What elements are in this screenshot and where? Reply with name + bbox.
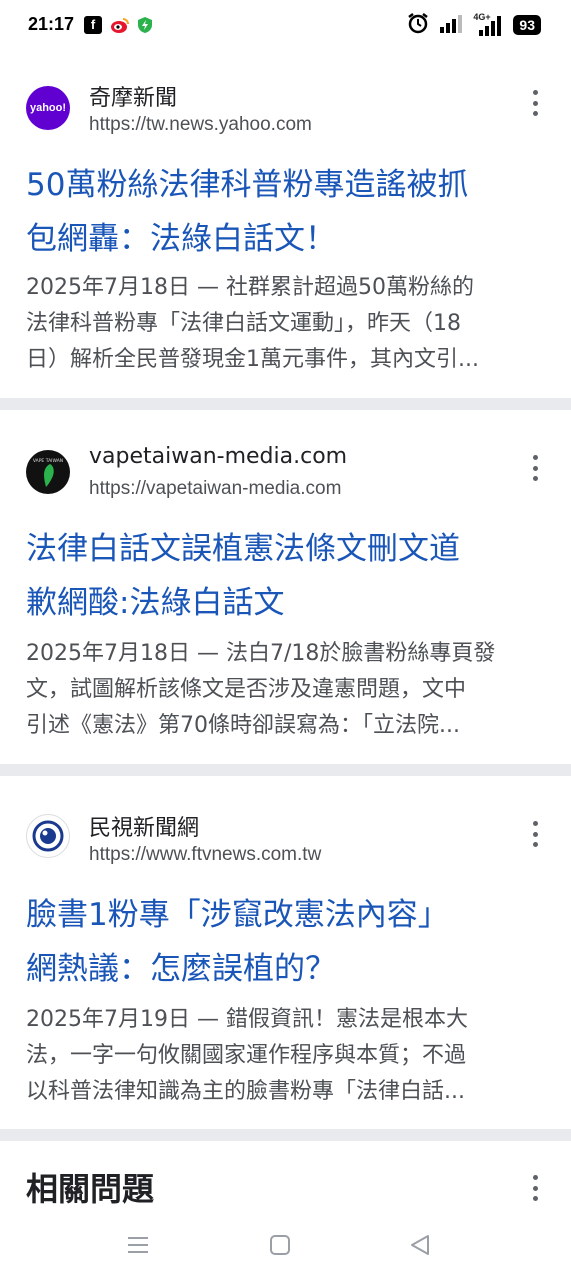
navigation-bar (0, 1215, 571, 1280)
search-result[interactable]: 民視新聞網 https://www.ftvnews.com.tw 臉書1粉專「涉… (0, 776, 571, 1129)
result-title-line: 50萬粉絲法律科普粉專造謠被抓 (26, 167, 469, 203)
site-url: https://vapetaiwan-media.com (89, 478, 342, 499)
site-url: https://www.ftvnews.com.tw (89, 844, 322, 865)
result-separator (0, 1129, 571, 1141)
snippet-line: 文，試圖解析該條文是否涉及違憲問題，文中 (26, 677, 467, 702)
battery-icon: 93 (513, 15, 541, 35)
search-result[interactable]: VAPE TAIWAN vapetaiwan-media.com https:/… (0, 410, 571, 764)
snippet-line: 引述《憲法》第70條時卻誤寫為：「立法院... (26, 713, 460, 738)
ftvnews-logo-icon (26, 814, 70, 858)
weibo-icon (110, 16, 129, 34)
search-result[interactable]: yahoo! 奇摩新聞 https://tw.news.yahoo.com 50… (0, 50, 571, 398)
logo-text: yahoo! (29, 102, 67, 114)
result-title[interactable]: 法律白話文誤植憲法條文刪文道 歉網酸:法綠白話文 (26, 528, 551, 624)
site-name: 奇摩新聞 (89, 86, 178, 111)
snippet-line: 2025年7月18日 — 法白7/18於臉書粉絲專頁發 (26, 641, 496, 666)
facebook-icon: f (84, 16, 102, 34)
result-separator (0, 764, 571, 776)
status-bar: 21:17 f 4G+ 93 (0, 0, 571, 50)
shield-icon (137, 16, 155, 34)
home-icon[interactable] (268, 1233, 292, 1261)
back-icon[interactable] (408, 1233, 432, 1261)
yahoo-logo-icon: yahoo! (26, 86, 70, 130)
result-title-line: 網熱議：怎麼誤植的？ (26, 951, 336, 987)
vapetaiwan-logo-icon: VAPE TAIWAN (26, 450, 70, 494)
result-title-line: 臉書1粉專「涉竄改憲法內容」 (26, 897, 449, 933)
site-name: 民視新聞網 (89, 816, 200, 841)
result-title[interactable]: 臉書1粉專「涉竄改憲法內容」 網熱議：怎麼誤植的？ (26, 894, 551, 990)
snippet-line: 以科普法律知識為主的臉書粉專「法律白話... (26, 1079, 465, 1104)
snippet-line: 法律科普粉專「法律白話文運動」，昨天（18 (26, 311, 461, 336)
result-snippet: 2025年7月18日 — 社群累計超過50萬粉絲的 法律科普粉專「法律白話文運動… (26, 270, 546, 378)
logo-text: VAPE TAIWAN (33, 458, 63, 464)
site-name: vapetaiwan-media.com (89, 444, 348, 469)
result-title-line: 法律白話文誤植憲法條文刪文道 (26, 531, 460, 567)
more-options-icon[interactable] (525, 821, 545, 847)
signal-icon (439, 13, 463, 37)
snippet-line: 法，一字一句攸關國家運作程序與本質；不過 (26, 1043, 467, 1068)
result-title-line: 歉網酸:法綠白話文 (26, 585, 285, 621)
status-time: 21:17 (28, 14, 75, 34)
result-title[interactable]: 50萬粉絲法律科普粉專造謠被抓 包網轟：法綠白話文！ (26, 164, 551, 260)
more-options-icon[interactable] (525, 455, 545, 481)
alarm-icon (407, 12, 429, 38)
signal-4g-icon: 4G+ (473, 12, 503, 36)
result-snippet: 2025年7月19日 — 錯假資訊！憲法是根本大 法，一字一句攸關國家運作程序與… (26, 1002, 546, 1110)
result-separator (0, 398, 571, 410)
result-title-line: 包網轟：法綠白話文！ (26, 221, 336, 257)
snippet-line: 日）解析全民普發現金1萬元事件，其內文引... (26, 347, 479, 372)
more-options-icon[interactable] (525, 1175, 545, 1201)
related-questions-heading: 相關問題 (26, 1170, 155, 1208)
menu-icon[interactable] (126, 1233, 150, 1261)
snippet-line: 2025年7月18日 — 社群累計超過50萬粉絲的 (26, 275, 474, 300)
more-options-icon[interactable] (525, 90, 545, 116)
site-url: https://tw.news.yahoo.com (89, 114, 312, 135)
snippet-line: 2025年7月19日 — 錯假資訊！憲法是根本大 (26, 1007, 468, 1032)
result-snippet: 2025年7月18日 — 法白7/18於臉書粉絲專頁發 文，試圖解析該條文是否涉… (26, 636, 546, 744)
